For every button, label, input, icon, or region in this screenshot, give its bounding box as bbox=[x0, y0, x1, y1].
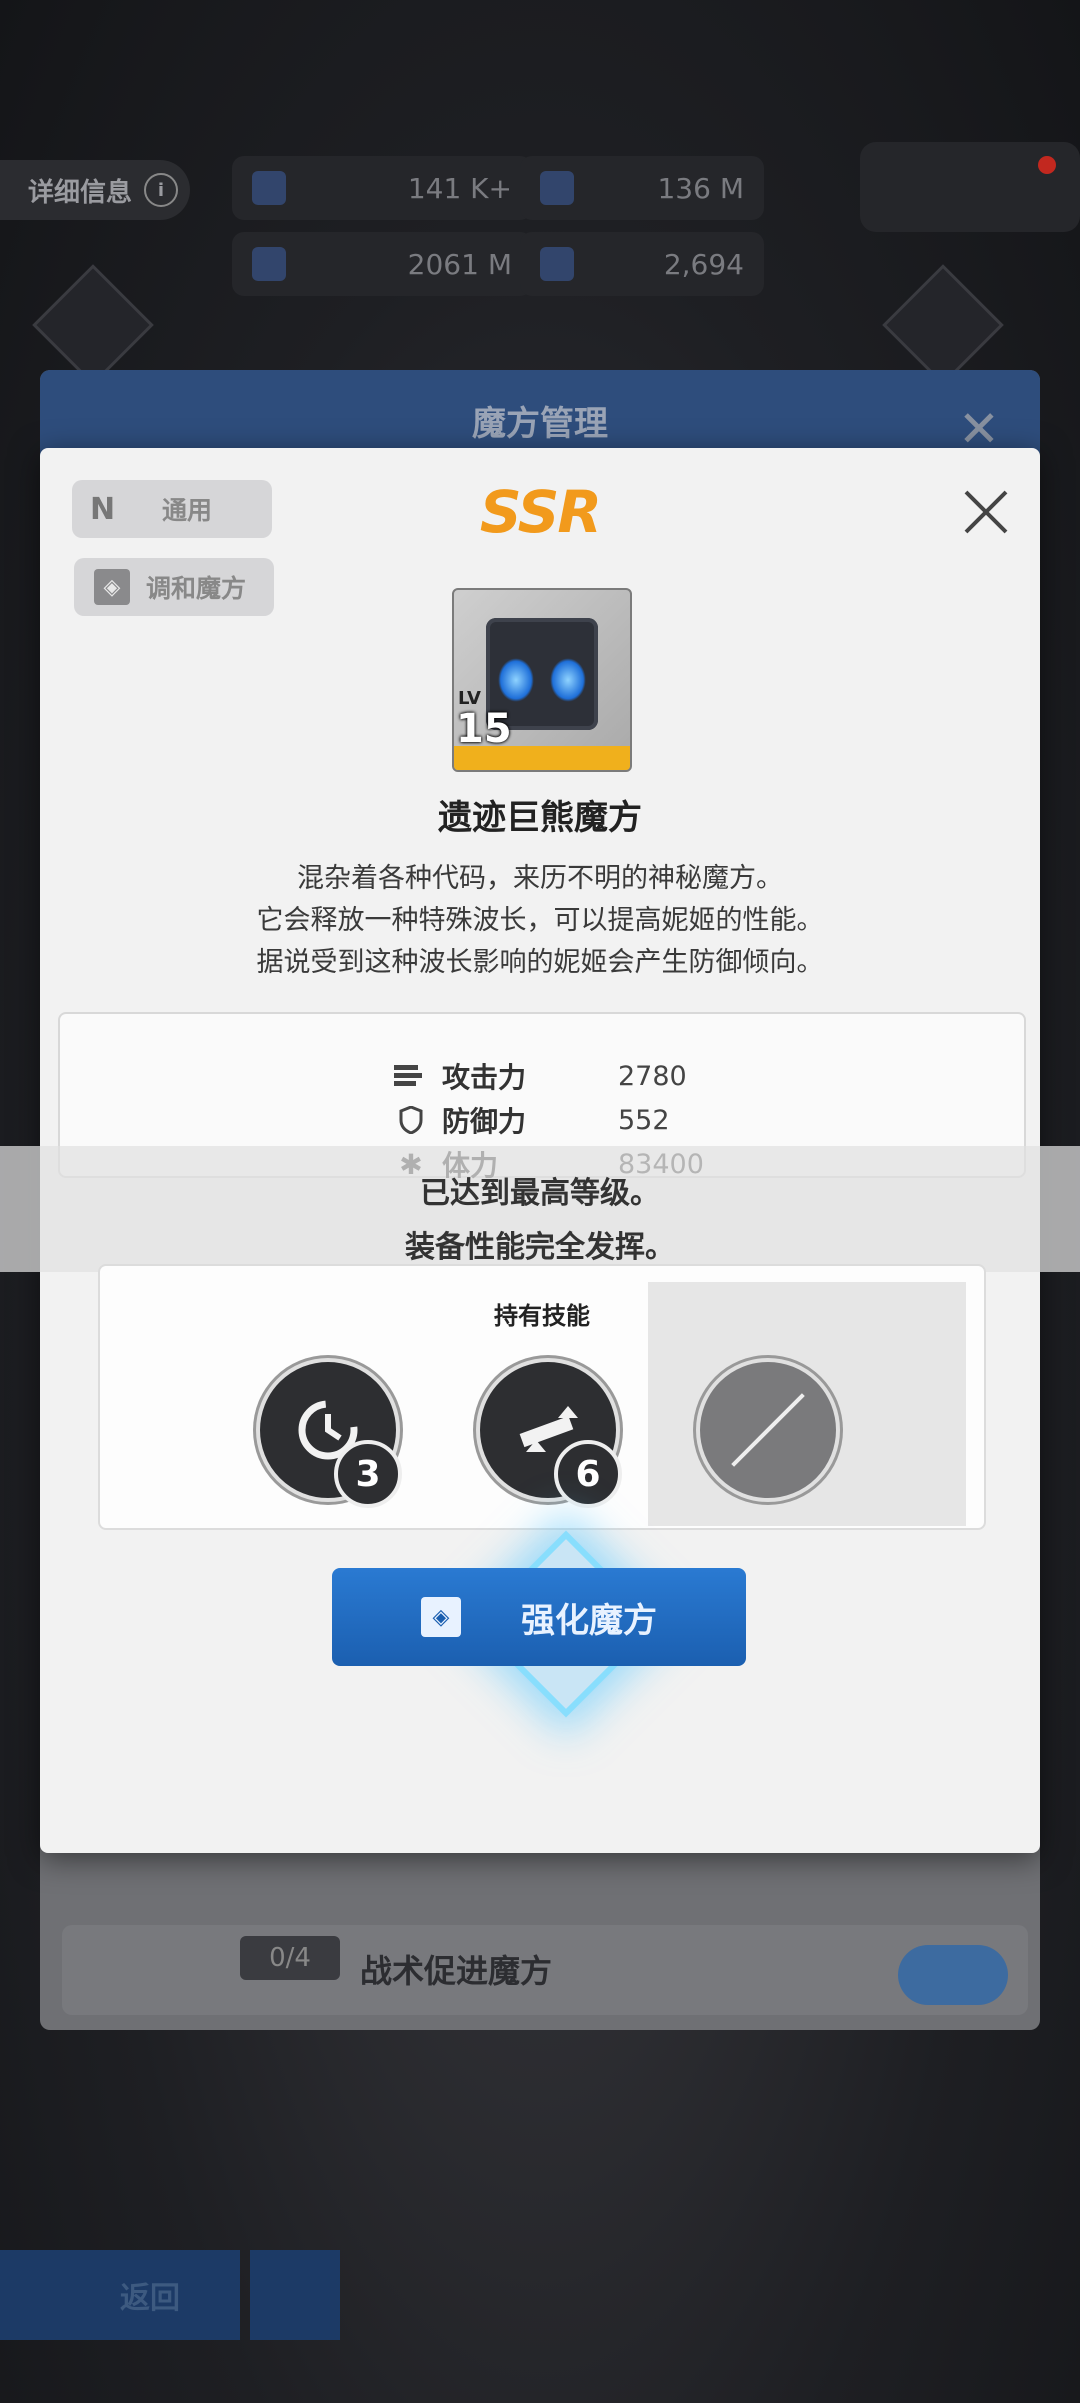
stat-defense: 防御力 552 bbox=[394, 1100, 670, 1140]
full-performance-text: 装备性能完全发挥。 bbox=[405, 1230, 675, 1265]
skill-2-level: 6 bbox=[554, 1440, 622, 1508]
notification-dot bbox=[1038, 156, 1056, 174]
item-card: LV 15 bbox=[452, 588, 632, 772]
detail-info-label: 详细信息 bbox=[28, 177, 133, 208]
attack-icon bbox=[394, 1062, 428, 1090]
cube-row-action-button[interactable] bbox=[898, 1945, 1008, 2005]
detail-info-button[interactable]: 详细信息 i bbox=[0, 160, 190, 220]
max-level-text: 已达到最高等级。 bbox=[420, 1176, 660, 1211]
skill-1-level: 3 bbox=[334, 1440, 402, 1508]
skills-title: 持有技能 bbox=[494, 1302, 590, 1330]
info-icon: i bbox=[144, 173, 179, 207]
back-label: 返回 bbox=[120, 2281, 180, 2316]
home-button[interactable] bbox=[250, 2250, 340, 2340]
skill-slot-3-empty[interactable] bbox=[696, 1358, 840, 1502]
category-tag-label: 调和魔方 bbox=[146, 574, 247, 603]
resource-core-value: 2061 M bbox=[407, 247, 512, 281]
resource-gems: 2,694 bbox=[520, 232, 764, 296]
resource-core: 2061 M bbox=[232, 232, 532, 296]
category-tag: ◈ 调和魔方 bbox=[74, 558, 274, 616]
skills-panel: 持有技能 3 6 bbox=[98, 1264, 986, 1530]
enhance-cube-label: 强化魔方 bbox=[521, 1600, 657, 1641]
resource-power-value: 141 K+ bbox=[407, 171, 512, 205]
gem-icon bbox=[540, 247, 574, 281]
shield-icon bbox=[394, 1106, 428, 1134]
core-icon bbox=[252, 247, 286, 281]
cube-category-icon: ◈ bbox=[94, 569, 130, 605]
level-value: 15 bbox=[456, 706, 512, 752]
stat-attack-name: 攻击力 bbox=[442, 1061, 527, 1094]
description-line-1: 混杂着各种代码，来历不明的神秘魔方。 bbox=[297, 863, 783, 894]
resource-credits: 136 M bbox=[520, 156, 764, 220]
item-name: 遗迹巨熊魔方 bbox=[438, 798, 642, 838]
back-button[interactable]: 返回 bbox=[0, 2250, 240, 2340]
stat-attack-value: 2780 bbox=[618, 1060, 687, 1092]
rarity-label: SSR bbox=[479, 478, 602, 546]
resource-credits-value: 136 M bbox=[657, 171, 744, 205]
cube-detail-modal: N 通用 ◈ 调和魔方 SSR LV 15 遗迹巨熊魔方 混杂着各种代码，来历不… bbox=[0, 448, 1080, 1853]
stat-defense-value: 552 bbox=[618, 1104, 670, 1136]
cube-icon-small: ◈ bbox=[421, 1597, 461, 1637]
resource-gems-value: 2,694 bbox=[663, 247, 744, 281]
resource-power: 141 K+ bbox=[232, 156, 532, 220]
enhance-cube-button[interactable]: ◈ 强化魔方 bbox=[332, 1568, 746, 1666]
stat-defense-name: 防御力 bbox=[442, 1105, 527, 1138]
cube-management-title: 魔方管理 bbox=[472, 403, 608, 444]
empty-slot-icon bbox=[731, 1393, 805, 1467]
power-icon bbox=[252, 171, 286, 205]
cube-row-count: 0/4 bbox=[240, 1936, 340, 1980]
description-line-2: 它会释放一种特殊波长，可以提高妮姬的性能。 bbox=[256, 905, 824, 936]
cube-row-label: 战术促进魔方 bbox=[360, 1952, 553, 1990]
credits-icon bbox=[540, 171, 574, 205]
description-line-3: 据说受到这种波长影响的妮姬会产生防御倾向。 bbox=[256, 947, 824, 978]
close-icon[interactable] bbox=[956, 482, 1016, 542]
stat-attack: 攻击力 2780 bbox=[394, 1056, 687, 1096]
